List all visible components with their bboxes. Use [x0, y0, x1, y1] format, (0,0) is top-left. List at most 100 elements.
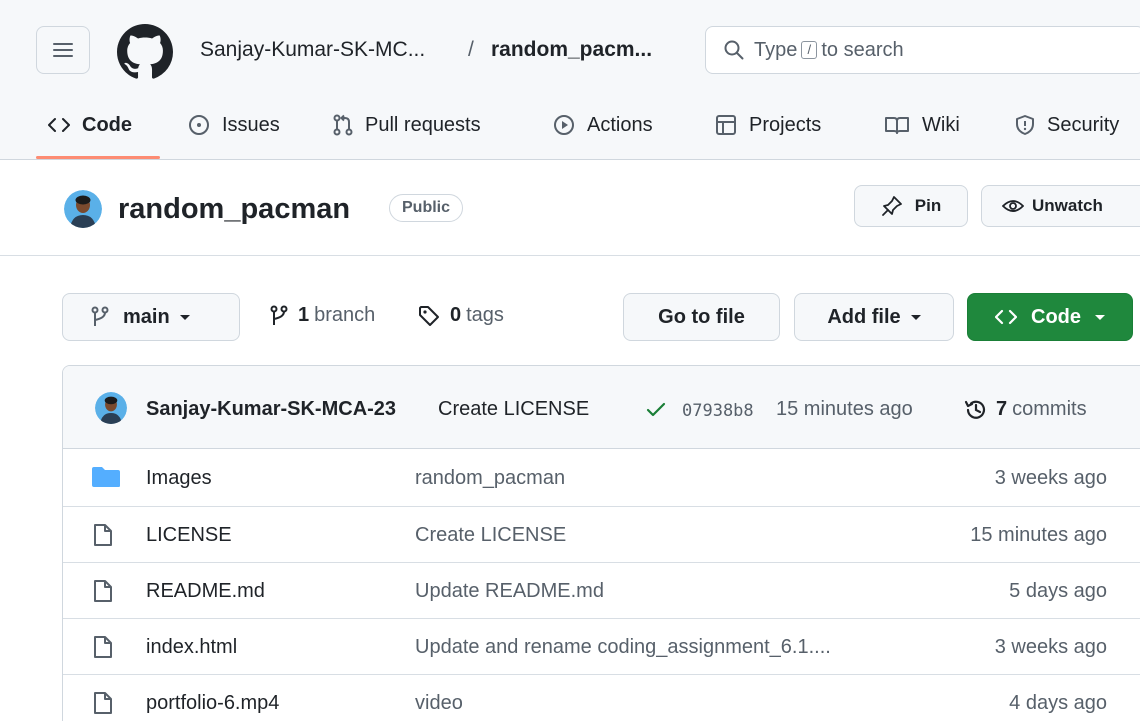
file-name[interactable]: LICENSE [146, 524, 232, 547]
file-browser: Sanjay-Kumar-SK-MCA-23 Create LICENSE 07… [62, 365, 1140, 721]
commits-label: commits [1012, 398, 1087, 420]
eye-icon [1002, 200, 1024, 212]
file-commit-message[interactable]: Update README.md [415, 580, 604, 603]
table-row[interactable]: LICENSE Create LICENSE 15 minutes ago [63, 506, 1140, 562]
file-icon [94, 524, 112, 546]
file-age: 3 weeks ago [994, 467, 1107, 489]
add-file-label: Add file [827, 305, 901, 328]
tab-code-label: Code [82, 113, 132, 136]
code-icon [48, 118, 70, 132]
menu-button[interactable] [36, 26, 90, 74]
file-age: 3 weeks ago [994, 636, 1107, 658]
code-button-label: Code [1031, 305, 1081, 328]
commit-message[interactable]: Create LICENSE [438, 398, 589, 421]
add-file-button[interactable]: Add file [794, 293, 954, 341]
file-commit-message[interactable]: Create LICENSE [415, 524, 566, 547]
breadcrumb-separator: / [468, 38, 474, 61]
search-placeholder: Type / to search [754, 39, 904, 62]
latest-commit-bar: Sanjay-Kumar-SK-MCA-23 Create LICENSE 07… [63, 366, 1140, 449]
file-icon [94, 636, 112, 658]
tag-count-label: tags [466, 304, 504, 326]
tag-icon [419, 305, 439, 326]
file-icon [94, 580, 112, 602]
repo-title-row: random_pacman Public Pin Unwatch [0, 160, 1140, 256]
branch-select-button[interactable]: main [62, 293, 240, 341]
file-icon [94, 692, 112, 714]
file-commit-message[interactable]: random_pacman [415, 467, 565, 490]
folder-icon [92, 467, 120, 487]
git-branch-icon [270, 305, 288, 325]
file-commit-message[interactable]: video [415, 692, 463, 715]
table-icon [716, 115, 736, 135]
tab-issues[interactable]: Issues [188, 108, 280, 142]
pin-icon [881, 196, 902, 216]
tab-projects[interactable]: Projects [715, 108, 821, 142]
code-icon [995, 309, 1017, 325]
search-icon [724, 40, 744, 60]
file-age: 5 days ago [1009, 580, 1107, 602]
unwatch-label: Unwatch [1032, 196, 1103, 215]
commits-link[interactable]: 7 commits [996, 398, 1087, 421]
tags-link[interactable]: 0 tags [418, 304, 504, 327]
commits-count: 7 [996, 398, 1008, 420]
git-branch-icon [91, 306, 109, 326]
tab-wiki-label: Wiki [922, 113, 960, 136]
issue-circle-icon [189, 115, 209, 135]
file-name[interactable]: Images [146, 467, 212, 490]
branches-link[interactable]: 1 branch [270, 304, 375, 327]
tab-issues-label: Issues [222, 113, 280, 136]
file-age: 15 minutes ago [970, 524, 1107, 546]
book-icon [885, 117, 909, 134]
table-row[interactable]: Images random_pacman 3 weeks ago [63, 450, 1140, 506]
unwatch-button[interactable]: Unwatch [981, 185, 1140, 227]
commit-author[interactable]: Sanjay-Kumar-SK-MCA-23 [146, 398, 396, 421]
breadcrumb-repo[interactable]: random_pacm... [491, 38, 652, 62]
tab-pull-requests-label: Pull requests [365, 113, 481, 136]
table-row[interactable]: portfolio-6.mp4 video 4 days ago [63, 674, 1140, 721]
github-logo-icon[interactable] [117, 24, 173, 80]
selected-tab-indicator [36, 156, 160, 159]
tab-projects-label: Projects [749, 113, 822, 136]
pin-label: Pin [914, 196, 942, 215]
tab-actions[interactable]: Actions [553, 108, 653, 142]
file-commit-message[interactable]: Update and rename coding_assignment_6.1.… [415, 636, 831, 659]
search-input[interactable]: Type / to search [705, 26, 1140, 74]
branch-count: 1 [298, 304, 310, 326]
go-to-file-button[interactable]: Go to file [623, 293, 780, 341]
file-name[interactable]: portfolio-6.mp4 [146, 692, 279, 715]
repo-name[interactable]: random_pacman [118, 193, 350, 226]
repo-nav: Code Issues Pull requests Actions Projec… [0, 100, 1140, 160]
commit-time: 15 minutes ago [776, 398, 913, 420]
hamburger-icon [53, 43, 73, 57]
file-name[interactable]: README.md [146, 580, 265, 603]
code-button[interactable]: Code [967, 293, 1133, 341]
file-navigation: main 1 branch 0 tags Go to file Add file… [0, 290, 1140, 346]
tab-code[interactable]: Code [48, 108, 132, 142]
file-name[interactable]: index.html [146, 636, 237, 659]
chevron-down-icon [910, 314, 921, 320]
branch-count-label: branch [314, 304, 376, 326]
chevron-down-icon [1095, 314, 1105, 320]
table-row[interactable]: README.md Update README.md 5 days ago [63, 562, 1140, 618]
commit-sha[interactable]: 07938b8 [682, 401, 754, 421]
search-suffix: to search [821, 38, 904, 61]
breadcrumb-owner[interactable]: Sanjay-Kumar-SK-MC... [200, 38, 425, 62]
table-row[interactable]: index.html Update and rename coding_assi… [63, 618, 1140, 674]
pin-button[interactable]: Pin [854, 185, 968, 227]
play-icon [554, 115, 574, 135]
tab-wiki[interactable]: Wiki [884, 108, 960, 142]
avatar[interactable] [64, 190, 102, 228]
avatar[interactable] [95, 392, 127, 424]
tab-security-label: Security [1047, 113, 1120, 136]
check-icon[interactable] [646, 402, 666, 418]
pull-request-icon [333, 114, 353, 136]
branch-name: main [123, 305, 170, 328]
visibility-badge: Public [389, 194, 464, 222]
history-icon[interactable] [963, 397, 989, 423]
chevron-down-icon [179, 314, 190, 320]
tag-count: 0 [450, 304, 462, 326]
tab-pull-requests[interactable]: Pull requests [333, 108, 481, 142]
search-shortcut-key: / [801, 41, 818, 59]
tab-security[interactable]: Security [1015, 108, 1119, 142]
global-header: Sanjay-Kumar-SK-MC... / random_pacm... T… [0, 0, 1140, 160]
